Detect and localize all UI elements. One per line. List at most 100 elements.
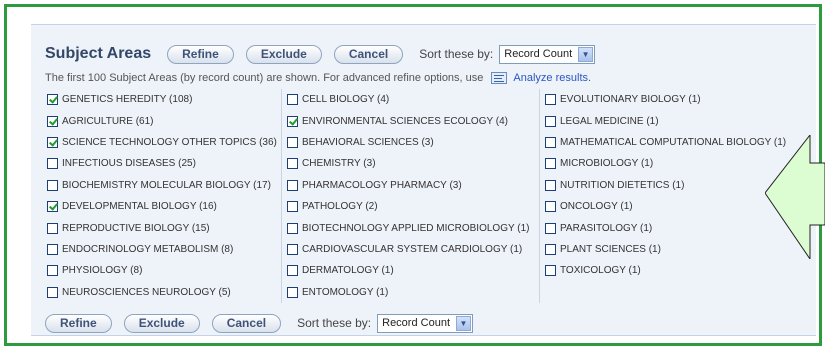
info-line: The first 100 Subject Areas (by record c… xyxy=(45,72,591,84)
subject-label: BEHAVIORAL SCIENCES (3) xyxy=(302,136,434,148)
subject-checkbox[interactable] xyxy=(287,201,298,213)
subject-checkbox[interactable] xyxy=(287,179,298,191)
subject-checkbox[interactable] xyxy=(47,243,58,255)
subject-row[interactable]: CHEMISTRY (3) xyxy=(282,153,538,174)
subject-label: MATHEMATICAL COMPUTATIONAL BIOLOGY (1) xyxy=(560,136,787,148)
subject-row[interactable]: DERMATOLOGY (1) xyxy=(282,260,538,281)
subject-row[interactable]: BIOCHEMISTRY MOLECULAR BIOLOGY (17) xyxy=(45,175,279,196)
footer-exclude-button[interactable]: Exclude xyxy=(123,313,200,333)
sort-select[interactable]: Record Count ▼ xyxy=(499,44,596,64)
subject-checkbox[interactable] xyxy=(287,136,298,148)
subject-row[interactable]: ENTOMOLOGY (1) xyxy=(282,282,538,303)
subject-label: NEUROSCIENCES NEUROLOGY (5) xyxy=(62,286,231,298)
subject-checkbox[interactable] xyxy=(287,115,298,127)
subject-label: AGRICULTURE (61) xyxy=(62,115,154,127)
subject-label: CARDIOVASCULAR SYSTEM CARDIOLOGY (1) xyxy=(302,243,523,255)
subject-row[interactable]: EVOLUTIONARY BIOLOGY (1) xyxy=(540,89,816,110)
subject-label: LEGAL MEDICINE (1) xyxy=(560,115,659,127)
subject-row[interactable]: GENETICS HEREDITY (108) xyxy=(45,89,279,110)
subject-row[interactable]: REPRODUCTIVE BIOLOGY (15) xyxy=(45,217,279,238)
subject-checkbox[interactable] xyxy=(545,243,556,255)
subject-label: PHARMACOLOGY PHARMACY (3) xyxy=(302,179,462,191)
subject-checkbox[interactable] xyxy=(545,265,556,277)
subject-row[interactable]: PHARMACOLOGY PHARMACY (3) xyxy=(282,175,538,196)
subject-row[interactable]: ENVIRONMENTAL SCIENCES ECOLOGY (4) xyxy=(282,110,538,131)
subject-label: ENDOCRINOLOGY METABOLISM (8) xyxy=(62,243,234,255)
subject-label: ONCOLOGY (1) xyxy=(560,201,633,213)
refine-button[interactable]: Refine xyxy=(167,44,234,64)
footer-sort-select-value: Record Count xyxy=(382,317,450,329)
subject-checkbox[interactable] xyxy=(287,222,298,234)
subject-checkbox[interactable] xyxy=(47,179,58,191)
subject-checkbox[interactable] xyxy=(287,265,298,277)
subject-row[interactable]: CELL BIOLOGY (4) xyxy=(282,89,538,110)
subject-row[interactable]: CARDIOVASCULAR SYSTEM CARDIOLOGY (1) xyxy=(282,239,538,260)
subject-row[interactable]: LEGAL MEDICINE (1) xyxy=(540,110,816,131)
subject-checkbox[interactable] xyxy=(47,115,58,127)
footer-refine-button[interactable]: Refine xyxy=(45,313,112,333)
subject-row[interactable]: NEUROSCIENCES NEUROLOGY (5) xyxy=(45,282,279,303)
subject-label: GENETICS HEREDITY (108) xyxy=(62,94,193,106)
subject-checkbox[interactable] xyxy=(545,222,556,234)
subject-checkbox[interactable] xyxy=(287,286,298,298)
subject-row[interactable]: BIOTECHNOLOGY APPLIED MICROBIOLOGY (1) xyxy=(282,217,538,238)
subject-label: EVOLUTIONARY BIOLOGY (1) xyxy=(560,94,701,106)
subject-column-2: CELL BIOLOGY (4) ENVIRONMENTAL SCIENCES E… xyxy=(281,89,538,303)
subject-row[interactable]: PHYSIOLOGY (8) xyxy=(45,260,279,281)
footer-sort-select[interactable]: Record Count ▼ xyxy=(377,313,473,333)
analyze-results-icon[interactable] xyxy=(491,72,508,84)
subject-label: MICROBIOLOGY (1) xyxy=(560,158,654,170)
subject-column-1: GENETICS HEREDITY (108) AGRICULTURE (61) S… xyxy=(45,89,279,303)
info-text: The first 100 Subject Areas (by record c… xyxy=(45,72,484,84)
subject-label: PHYSIOLOGY (8) xyxy=(62,265,143,277)
subject-label: DEVELOPMENTAL BIOLOGY (16) xyxy=(62,201,217,213)
subject-label: PARASITOLOGY (1) xyxy=(560,222,653,234)
chevron-down-icon: ▼ xyxy=(456,315,471,331)
sort-label: Sort these by: xyxy=(419,47,494,61)
subject-label: BIOTECHNOLOGY APPLIED MICROBIOLOGY (1) xyxy=(302,222,530,234)
sort-select-value: Record Count xyxy=(504,48,573,60)
subject-label: INFECTIOUS DISEASES (25) xyxy=(62,158,196,170)
subject-checkbox[interactable] xyxy=(545,136,556,148)
subject-checkbox[interactable] xyxy=(47,222,58,234)
subject-checkbox[interactable] xyxy=(47,94,58,106)
subject-grid: GENETICS HEREDITY (108) AGRICULTURE (61) S… xyxy=(45,89,815,303)
subject-checkbox[interactable] xyxy=(47,136,58,148)
subject-checkbox[interactable] xyxy=(545,179,556,191)
subject-checkbox[interactable] xyxy=(287,243,298,255)
subject-row[interactable]: DEVELOPMENTAL BIOLOGY (16) xyxy=(45,196,279,217)
subject-row[interactable]: ENDOCRINOLOGY METABOLISM (8) xyxy=(45,239,279,260)
subject-checkbox[interactable] xyxy=(545,158,556,170)
subject-checkbox[interactable] xyxy=(47,286,58,298)
info-period: . xyxy=(588,72,592,84)
panel-header: Subject Areas Refine Exclude Cancel Sort… xyxy=(45,42,596,66)
footer-sort-label: Sort these by: xyxy=(297,316,372,330)
highlight-frame: Subject Areas Refine Exclude Cancel Sort… xyxy=(4,4,825,346)
subject-areas-panel: Subject Areas Refine Exclude Cancel Sort… xyxy=(31,24,816,336)
subject-row[interactable]: SCIENCE TECHNOLOGY OTHER TOPICS (36) xyxy=(45,132,279,153)
subject-row[interactable]: TOXICOLOGY (1) xyxy=(540,260,816,281)
analyze-results-link[interactable]: Analyze results xyxy=(513,72,588,84)
footer-cancel-button[interactable]: Cancel xyxy=(211,313,282,333)
subject-row[interactable]: PATHOLOGY (2) xyxy=(282,196,538,217)
subject-checkbox[interactable] xyxy=(545,201,556,213)
subject-checkbox[interactable] xyxy=(287,94,298,106)
subject-label: ENTOMOLOGY (1) xyxy=(302,286,389,298)
subject-checkbox[interactable] xyxy=(545,94,556,106)
subject-row[interactable]: AGRICULTURE (61) xyxy=(45,110,279,131)
subject-checkbox[interactable] xyxy=(545,115,556,127)
subject-checkbox[interactable] xyxy=(47,265,58,277)
subject-label: BIOCHEMISTRY MOLECULAR BIOLOGY (17) xyxy=(62,179,271,191)
subject-checkbox[interactable] xyxy=(47,158,58,170)
chevron-down-icon: ▼ xyxy=(578,46,594,62)
subject-row[interactable]: BEHAVIORAL SCIENCES (3) xyxy=(282,132,538,153)
subject-row[interactable]: INFECTIOUS DISEASES (25) xyxy=(45,153,279,174)
left-arrow-callout xyxy=(765,135,825,259)
subject-checkbox[interactable] xyxy=(47,201,58,213)
exclude-button[interactable]: Exclude xyxy=(245,44,322,64)
subject-label: CELL BIOLOGY (4) xyxy=(302,94,390,106)
subject-label: REPRODUCTIVE BIOLOGY (15) xyxy=(62,222,210,234)
subject-checkbox[interactable] xyxy=(287,158,298,170)
panel-footer: Refine Exclude Cancel Sort these by: Rec… xyxy=(45,312,473,334)
cancel-button[interactable]: Cancel xyxy=(333,44,404,64)
